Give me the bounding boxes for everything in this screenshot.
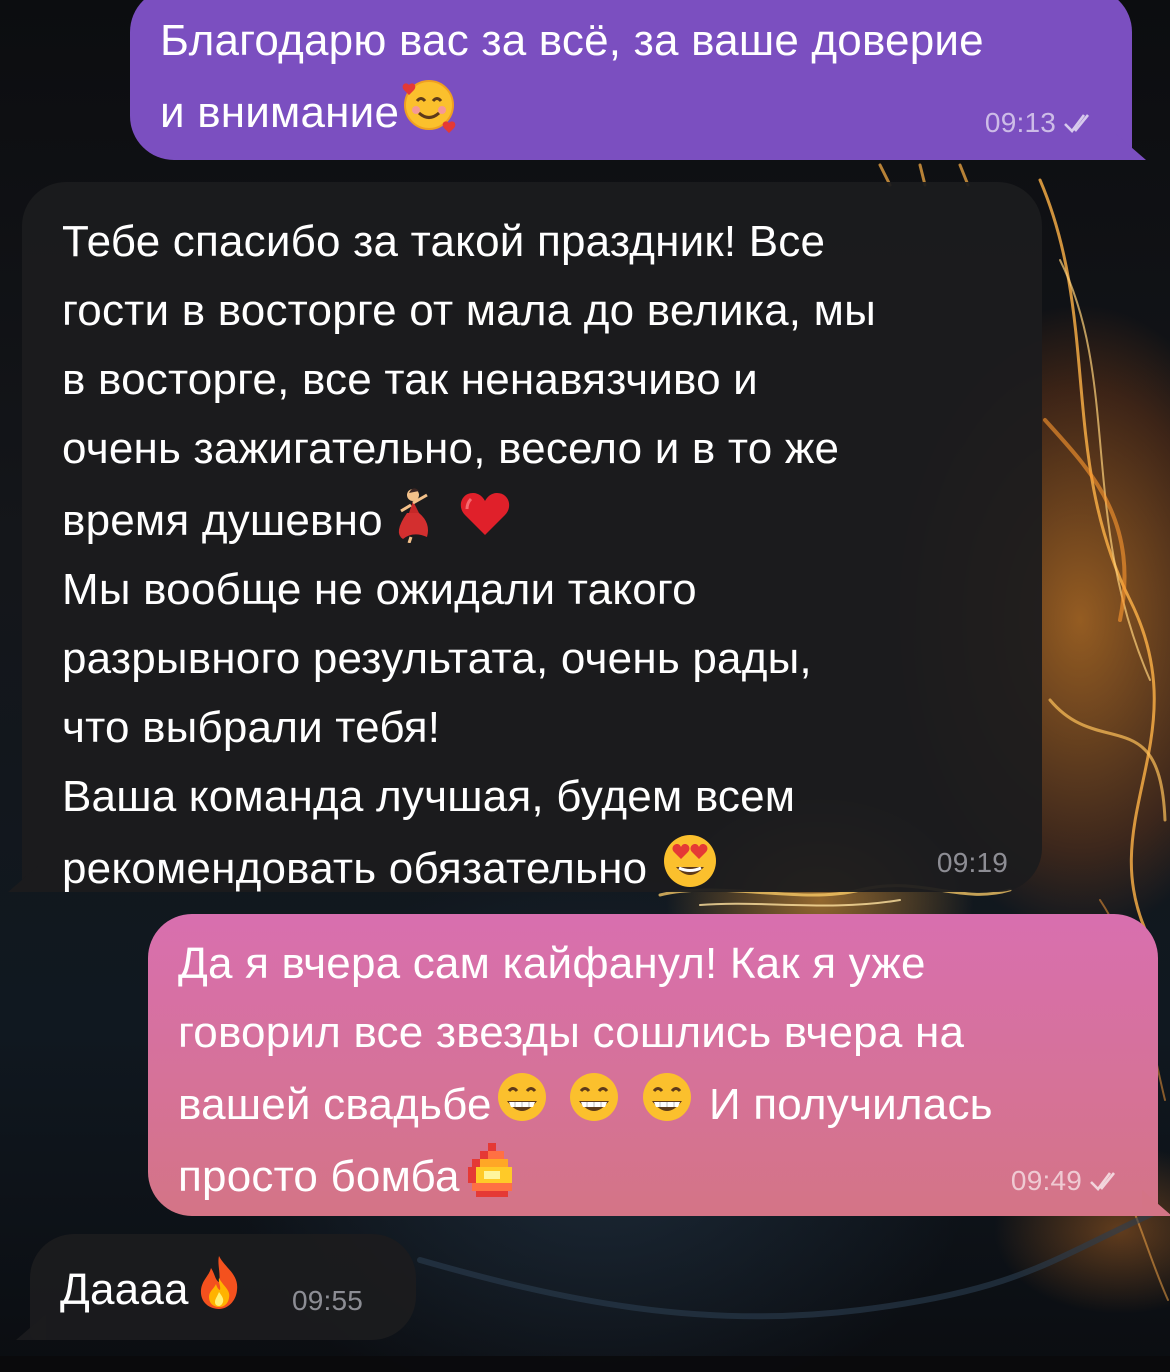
message-line: гости в восторге от мала до велика, мы: [62, 286, 876, 335]
double-check-icon: [1064, 114, 1090, 133]
message-line: Мы вообще не ожидали такого: [62, 565, 697, 614]
beaming-face-icon: [637, 1067, 697, 1127]
red-heart-icon: [455, 483, 515, 543]
message-time: 09:49: [1010, 1165, 1082, 1196]
message-line: что выбрали тебя!: [62, 703, 441, 752]
beaming-face-icon: [564, 1067, 624, 1127]
beaming-face-icon: [492, 1067, 552, 1127]
message-incoming[interactable]: Даааа 09:55: [16, 1234, 416, 1340]
message-line: Благодарю вас за всё, за ваше доверие: [160, 16, 984, 65]
message-meta: 09:55: [292, 1286, 363, 1316]
message-line: говорил все звезды сошлись вчера на: [178, 1008, 965, 1057]
message-line: Да я вчера сам кайфанул! Как я уже: [178, 939, 926, 988]
bubble-tail: [8, 866, 38, 892]
message-time: 09:55: [292, 1285, 364, 1316]
message-line: просто бомба: [178, 1152, 460, 1201]
message-incoming[interactable]: Тебе спасибо за такой праздник! Все гост…: [8, 182, 1042, 893]
message-text: Да я вчера сам кайфанул! Как я уже говор…: [178, 929, 1128, 1211]
message-outgoing[interactable]: Благодарю вас за всё, за ваше доверие и …: [130, 0, 1146, 160]
woman-dancing-icon: [383, 483, 443, 543]
smiling-face-with-hearts-icon: [399, 75, 459, 135]
message-line: очень зажигательно, весело и в то же: [62, 424, 840, 473]
message-text: Тебе спасибо за такой праздник! Все гост…: [62, 207, 1002, 903]
message-line: время душевно: [62, 496, 383, 545]
bubble-tail: [1116, 134, 1146, 160]
message-meta: 09:13: [985, 108, 1098, 138]
chat-screen: Благодарю вас за всё, за ваше доверие и …: [0, 0, 1170, 1372]
pixel-fire-icon: [460, 1139, 520, 1199]
message-time: 09:19: [936, 847, 1008, 878]
message-meta: 09:19: [937, 848, 1008, 878]
message-outgoing[interactable]: Да я вчера сам кайфанул! Как я уже говор…: [148, 914, 1170, 1216]
message-line: разрывного результата, очень рады,: [62, 634, 812, 683]
message-line: Тебе спасибо за такой праздник! Все: [62, 217, 826, 266]
message-text: Благодарю вас за всё, за ваше доверие и …: [160, 6, 1102, 147]
bottom-bar: [0, 1356, 1170, 1372]
bubble-tail: [16, 1314, 46, 1340]
message-line: и внимание: [160, 88, 400, 137]
message-line: в восторге, все так ненавязчиво и: [62, 355, 758, 404]
message-line: Даааа: [60, 1265, 189, 1314]
message-time: 09:13: [984, 107, 1056, 138]
message-line: рекомендовать обязательно: [62, 844, 648, 893]
double-check-icon: [1090, 1172, 1116, 1191]
message-line: И получилась: [696, 1080, 993, 1129]
bubble-tail: [1142, 1190, 1170, 1216]
fire-icon: [189, 1252, 249, 1312]
message-meta: 09:49: [1011, 1166, 1124, 1196]
smiling-face-with-heart-eyes-icon: [660, 831, 720, 891]
message-line: вашей свадьбе: [178, 1080, 492, 1129]
message-line: Ваша команда лучшая, будем всем: [62, 772, 796, 821]
